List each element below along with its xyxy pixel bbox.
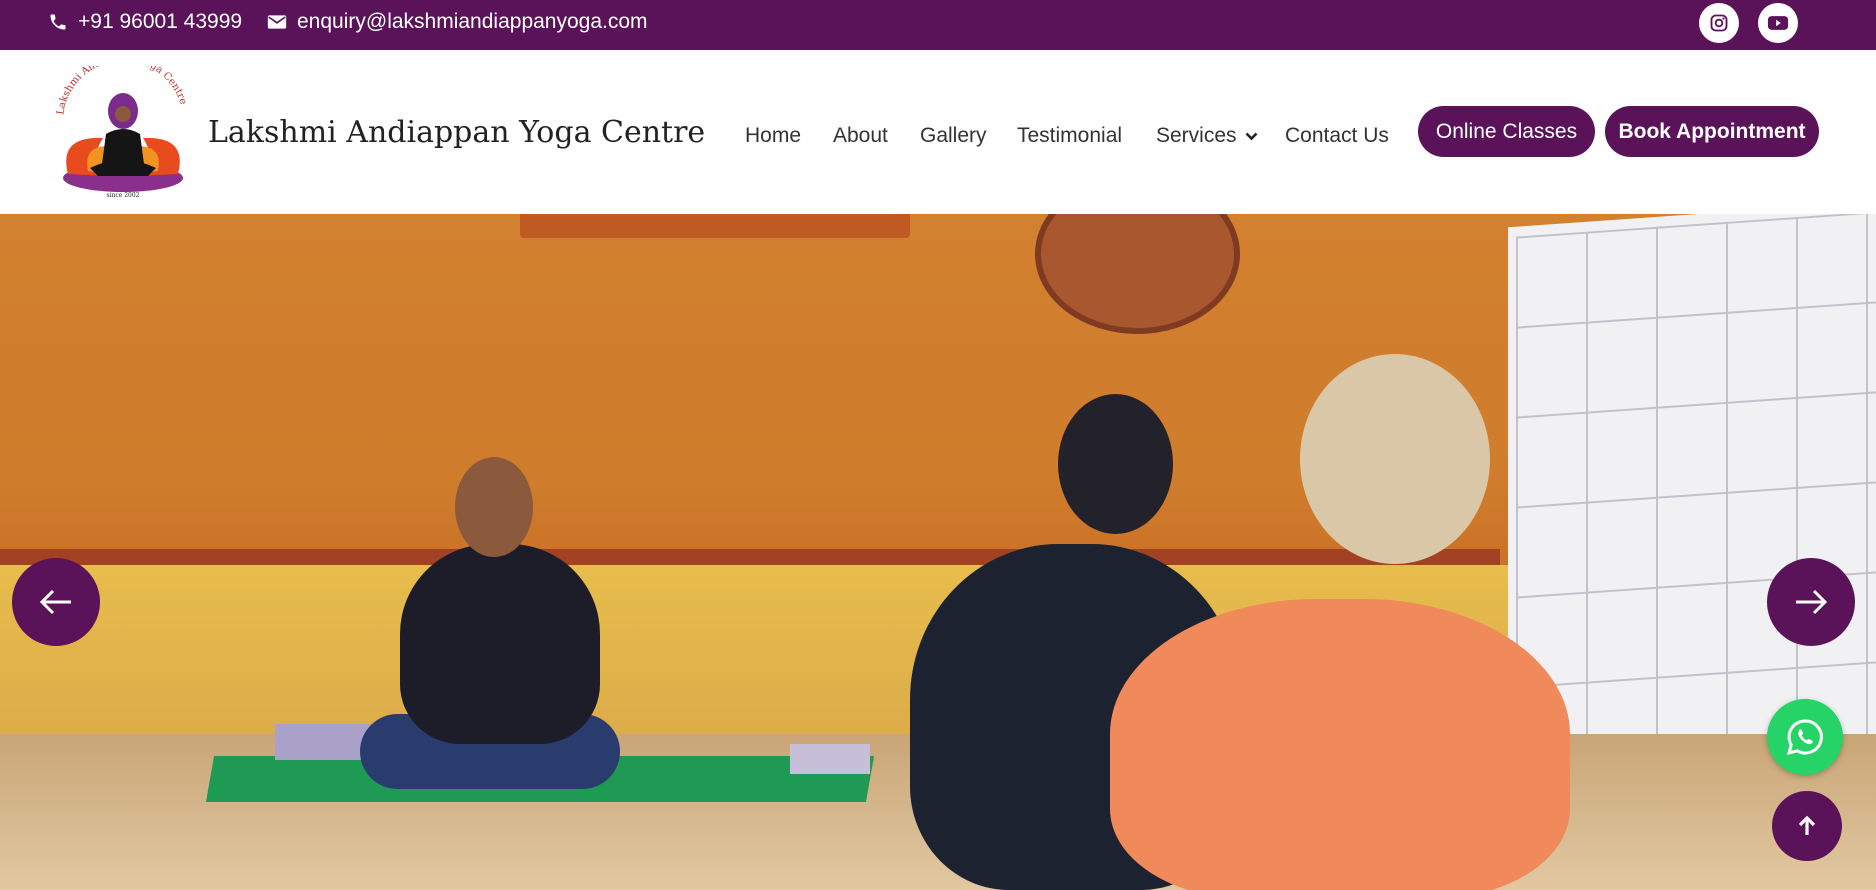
email-contact[interactable]: enquiry@lakshmiandiappanyoga.com — [267, 0, 648, 44]
arrow-up-icon — [1798, 815, 1816, 835]
site-logo[interactable]: Lakshmi Andiappan Yoga Centre since 2002 — [48, 53, 198, 200]
whatsapp-chat-button[interactable] — [1767, 699, 1843, 775]
nav-testimonial[interactable]: Testimonial — [1017, 118, 1122, 154]
online-classes-button[interactable]: Online Classes — [1418, 106, 1595, 157]
arrow-right-icon — [1796, 589, 1828, 615]
youtube-link[interactable] — [1758, 3, 1798, 43]
top-bar: +91 96001 43999 enquiry@lakshmiandiappan… — [0, 0, 1876, 50]
site-brand-name[interactable]: Lakshmi Andiappan Yoga Centre — [208, 115, 705, 150]
back-to-top-button[interactable] — [1772, 791, 1842, 861]
wall-emblem — [1035, 214, 1240, 334]
wall-band — [0, 549, 1500, 565]
email-address: enquiry@lakshmiandiappanyoga.com — [297, 10, 648, 33]
wall-banner — [520, 214, 910, 238]
instagram-icon — [1710, 14, 1728, 32]
arrow-left-icon — [39, 589, 71, 615]
yoga-block — [790, 744, 870, 774]
whatsapp-icon — [1786, 719, 1823, 756]
hero-slider-image — [0, 214, 1876, 890]
logo-since: since 2002 — [107, 192, 140, 199]
nav-services[interactable]: Services — [1156, 118, 1258, 154]
site-header: Lakshmi Andiappan Yoga Centre since 2002… — [0, 50, 1876, 214]
phone-icon — [50, 14, 66, 30]
phone-number: +91 96001 43999 — [78, 10, 243, 33]
nav-contact-us[interactable]: Contact Us — [1285, 118, 1389, 154]
student-head — [1300, 354, 1490, 564]
youtube-icon — [1767, 16, 1789, 30]
student-figure — [1110, 599, 1570, 890]
nav-home[interactable]: Home — [745, 118, 801, 154]
chevron-down-icon — [1245, 132, 1257, 140]
nav-services-label: Services — [1156, 124, 1237, 147]
instructor-head — [455, 457, 533, 557]
book-appointment-button[interactable]: Book Appointment — [1605, 106, 1819, 157]
nav-about[interactable]: About — [833, 118, 888, 154]
slider-next-button[interactable] — [1767, 558, 1855, 646]
instagram-link[interactable] — [1699, 3, 1739, 43]
envelope-icon — [267, 15, 287, 29]
phone-contact[interactable]: +91 96001 43999 — [48, 0, 242, 44]
lotus-logo-icon: Lakshmi Andiappan Yoga Centre since 2002 — [55, 53, 188, 199]
nav-gallery[interactable]: Gallery — [920, 118, 987, 154]
asana-poster-grid — [1516, 214, 1876, 777]
slider-prev-button[interactable] — [12, 558, 100, 646]
instructor-figure — [400, 544, 600, 744]
student-head — [1058, 394, 1173, 534]
